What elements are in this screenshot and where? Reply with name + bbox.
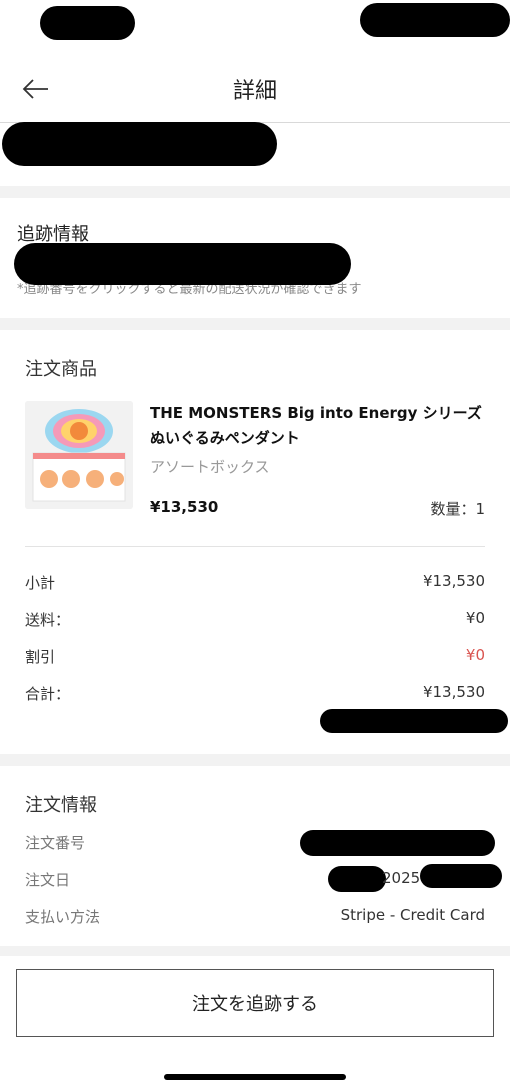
order-items-title: 注文商品: [25, 359, 97, 380]
redacted-order-number: [300, 830, 495, 856]
product-name[interactable]: THE MONSTERS Big into Energy シリーズ ぬいぐるみペ…: [150, 401, 490, 451]
total-value: ¥13,530: [422, 683, 485, 701]
redacted-order-date-start: [328, 866, 386, 892]
total-label: 合計：: [25, 685, 71, 703]
section-separator: [0, 186, 510, 198]
section-separator: [0, 318, 510, 330]
discount-value: ¥0: [465, 646, 485, 664]
header: 詳細: [0, 55, 510, 123]
order-info-title: 注文情報: [25, 795, 97, 816]
product-variant: アソートボックス: [150, 458, 270, 476]
payment-method-label: 支払い方法: [25, 908, 101, 926]
redacted-order-status: [2, 122, 277, 166]
order-number-label: 注文番号: [25, 834, 86, 852]
redacted-tracking-number[interactable]: [14, 243, 351, 285]
payment-method-value: Stripe - Credit Card: [340, 906, 485, 924]
shipping-label: 送料：: [25, 611, 71, 629]
subtotal-label: 小計: [25, 574, 56, 592]
product-image[interactable]: [25, 401, 133, 509]
divider: [25, 546, 485, 547]
redacted-order-date-end: [420, 864, 502, 888]
subtotal-value: ¥13,530: [422, 572, 485, 590]
discount-label: 割引: [25, 648, 56, 666]
home-indicator: [164, 1074, 346, 1080]
product-quantity: 数量：1: [430, 500, 485, 518]
section-separator: [0, 946, 510, 956]
order-date-label: 注文日: [25, 871, 71, 889]
track-order-button[interactable]: 注文を追跡する: [16, 969, 494, 1037]
status-bar: [0, 0, 510, 50]
order-date-year: 2025: [382, 869, 421, 887]
redacted-payment-note: [320, 709, 508, 733]
redacted-time: [40, 6, 135, 40]
product-price: ¥13,530: [150, 498, 219, 516]
section-separator: [0, 754, 510, 766]
page-title: 詳細: [232, 79, 277, 104]
shipping-value: ¥0: [465, 609, 485, 627]
redacted-status-icons: [360, 3, 510, 37]
